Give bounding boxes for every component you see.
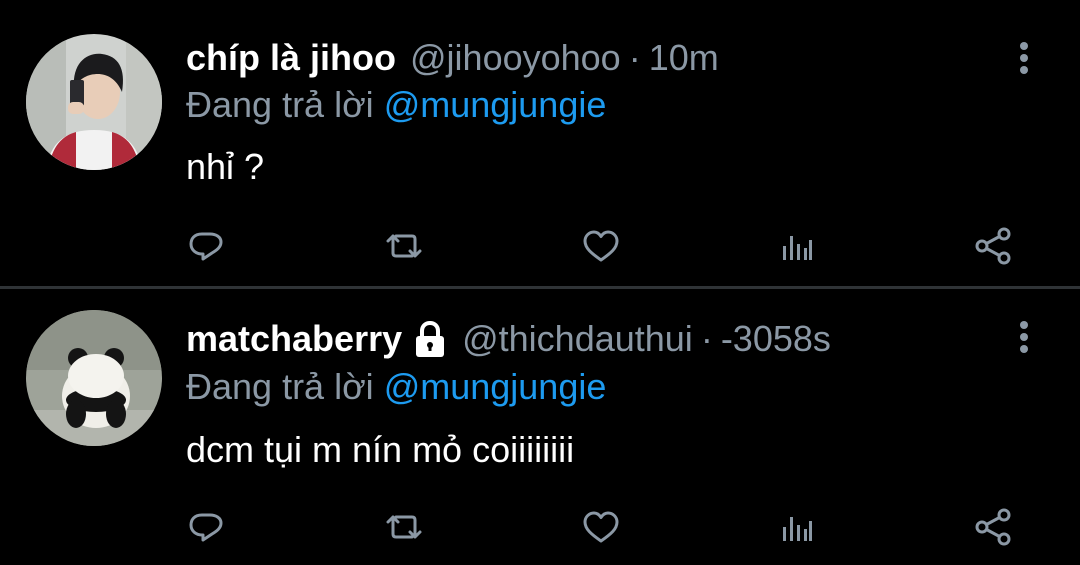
timestamp[interactable]: -3058s [721, 318, 831, 360]
retweet-icon [386, 515, 422, 539]
reply-button[interactable] [182, 503, 230, 551]
action-bar [0, 222, 1080, 270]
separator-dot: · [700, 318, 713, 359]
retweet-icon [386, 234, 422, 258]
reply-button[interactable] [182, 222, 230, 270]
tweet-header: chíp là jihoo @jihooyohoo · 10m [186, 34, 719, 82]
share-icon [975, 227, 1011, 265]
reply-icon [189, 232, 223, 261]
tweet-text: nhỉ ? [186, 146, 265, 187]
stats-icon [783, 236, 812, 260]
reply-icon [189, 513, 223, 542]
timestamp[interactable]: 10m [649, 37, 719, 79]
user-handle[interactable]: @jihooyohoo [410, 37, 621, 79]
replying-to: Đang trả lời @mungjungie [186, 366, 606, 408]
like-button[interactable] [577, 222, 625, 270]
share-button[interactable] [970, 222, 1018, 270]
stats-button[interactable] [773, 222, 821, 270]
action-bar [0, 503, 1080, 551]
mention-link[interactable]: @mungjungie [384, 84, 607, 125]
share-icon [975, 508, 1011, 546]
selfie-avatar-image [26, 34, 162, 170]
separator-dot: · [628, 37, 641, 78]
lock-icon [416, 320, 445, 357]
mention-link[interactable]: @mungjungie [384, 366, 607, 407]
reply-feed: chíp là jihoo @jihooyohoo · 10m Đang trả… [0, 0, 1080, 565]
retweet-button[interactable] [380, 222, 428, 270]
user-handle[interactable]: @thichdauthui [462, 318, 693, 360]
tweet[interactable]: chíp là jihoo @jihooyohoo · 10m Đang trả… [0, 0, 1080, 286]
replying-to-label: Đang trả lời [186, 84, 384, 125]
avatar[interactable] [26, 310, 162, 446]
avatar[interactable] [26, 34, 162, 170]
more-options-icon[interactable] [1008, 38, 1040, 78]
stats-icon [783, 517, 812, 541]
replying-to: Đang trả lời @mungjungie [186, 84, 606, 126]
tweet-text: dcm tụi m nín mỏ coiiiiiiii [186, 429, 575, 470]
panda-avatar-image [26, 310, 162, 446]
replying-to-label: Đang trả lời [186, 366, 384, 407]
retweet-button[interactable] [380, 503, 428, 551]
like-icon [583, 230, 619, 262]
tweet[interactable]: matchaberry @thichdauthui · -3058s Đang … [0, 289, 1080, 565]
more-options-icon[interactable] [1008, 317, 1040, 357]
display-name[interactable]: matchaberry [186, 318, 402, 360]
like-button[interactable] [577, 503, 625, 551]
share-button[interactable] [970, 503, 1018, 551]
display-name[interactable]: chíp là jihoo [186, 37, 396, 79]
stats-button[interactable] [773, 503, 821, 551]
like-icon [583, 511, 619, 543]
tweet-header: matchaberry @thichdauthui · -3058s [186, 315, 831, 363]
